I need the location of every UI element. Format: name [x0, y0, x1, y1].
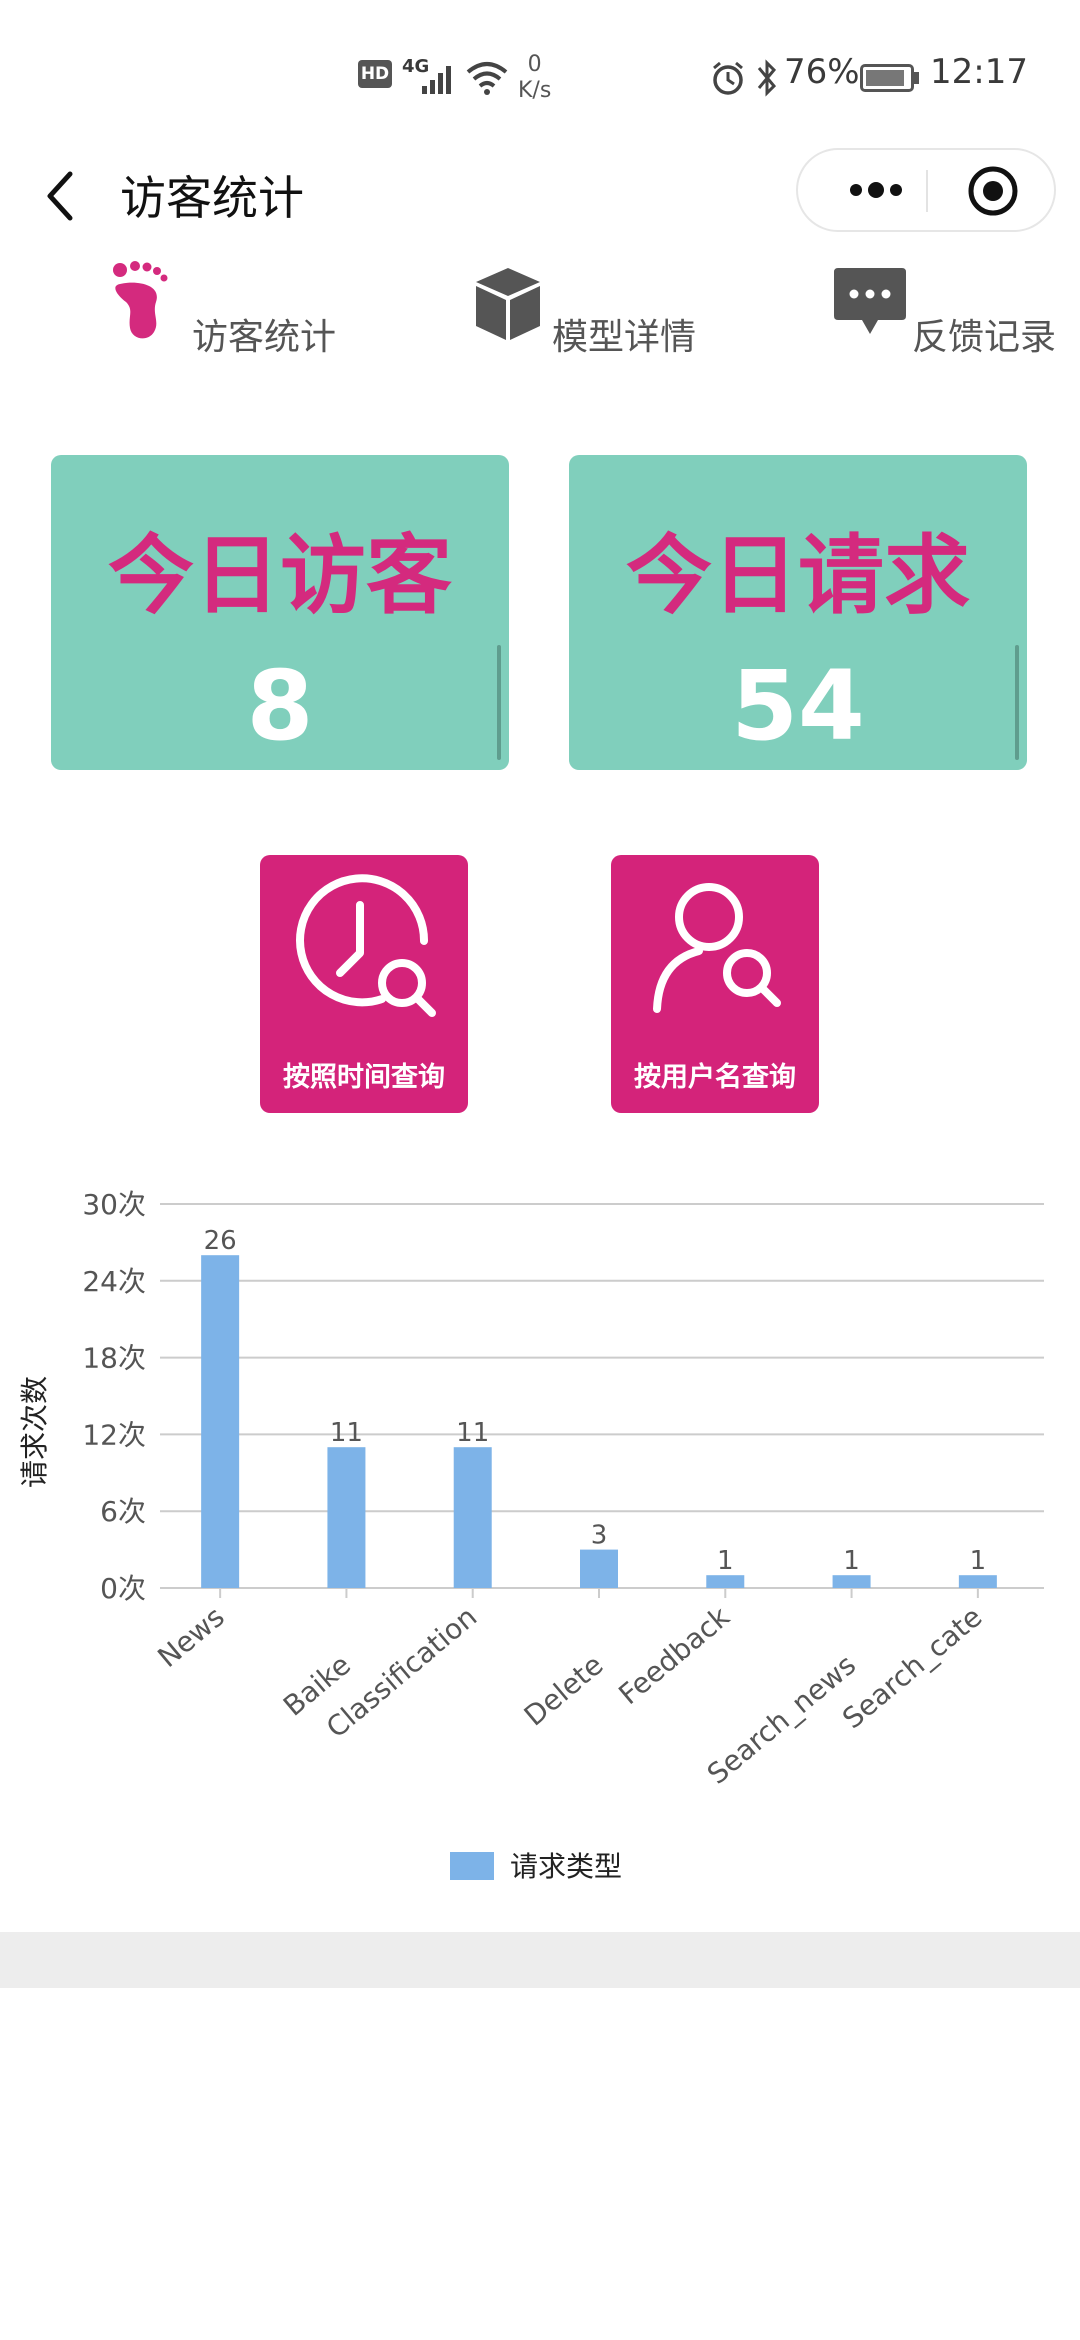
bar-value-label: 11 [330, 1418, 363, 1448]
bar [201, 1255, 240, 1588]
page-title: 访客统计 [120, 171, 304, 225]
scrollbar [497, 645, 501, 760]
bar [453, 1447, 492, 1588]
legend-swatch [450, 1852, 494, 1880]
y-tick-label: 0次 [100, 1572, 146, 1605]
wifi-icon [466, 62, 508, 95]
tab-model-details[interactable]: 模型详情 [470, 258, 710, 358]
legend-label: 请求类型 [510, 1850, 622, 1883]
bar-value-label: 1 [970, 1546, 987, 1576]
tab-feedback-records[interactable]: 反馈记录 [832, 258, 1072, 358]
alarm-icon [713, 61, 743, 95]
speed-unit: K/s [518, 78, 552, 103]
bottom-divider-band [0, 1932, 1080, 1988]
tab-label: 反馈记录 [912, 317, 1057, 358]
bar [706, 1575, 745, 1588]
x-tick-label: Feedback [612, 1600, 736, 1711]
y-tick-label: 30次 [82, 1188, 146, 1221]
speed-value: 0 [527, 52, 542, 77]
cube-icon [476, 268, 540, 340]
x-tick-labels: NewsBaikeClassification Delete FeedbackSea… [151, 1588, 988, 1791]
today-visitors-card: 今日访客 8 [51, 455, 509, 770]
legend: 请求类型 [450, 1850, 622, 1883]
more-icon[interactable] [828, 150, 924, 230]
bar-value-label: 1 [717, 1546, 734, 1576]
request-type-chart: 请求次数 0次 6次 12次 18次 24次 30次 26 11 11 3 1 1 1 News Bai… [0, 1160, 1080, 1920]
scrollbar [1015, 645, 1019, 760]
bar-value-label: 11 [456, 1418, 489, 1448]
today-requests-card: 今日请求 54 [569, 455, 1027, 770]
card-value: 54 [731, 650, 865, 762]
hd-badge: HD [358, 60, 392, 88]
tab-visitor-stats[interactable]: 访客统计 [106, 258, 346, 358]
x-tick-label: Search_cate [836, 1600, 988, 1735]
battery-icon [860, 64, 914, 92]
button-label: 按照时间查询 [283, 1062, 445, 1093]
bar [580, 1549, 618, 1588]
card-title: 今日访客 [108, 526, 452, 626]
signal-icon [422, 66, 451, 94]
bar [327, 1447, 366, 1588]
clock-time: 12:17 [930, 52, 1028, 92]
mini-program-capsule [796, 148, 1056, 232]
y-tick-label: 6次 [100, 1495, 146, 1528]
bar [832, 1575, 871, 1588]
bar-value-label: 1 [843, 1546, 860, 1576]
card-value: 8 [246, 650, 314, 762]
tab-label: 模型详情 [552, 317, 697, 358]
x-tick-label: Delete [518, 1648, 610, 1732]
back-icon[interactable] [40, 166, 80, 226]
y-axis-label: 请求次数 [18, 1376, 51, 1488]
bar-chart: 请求次数 0次6次12次18次24次30次 2611 1131 1 1 NewsBai… [18, 1188, 1044, 1883]
user-search-icon [653, 883, 781, 1013]
y-tick-label: 18次 [82, 1342, 146, 1375]
y-tick-labels: 0次 6次 12次 18次 24次 30次 [82, 1188, 146, 1605]
close-mini-program-icon[interactable] [966, 164, 1020, 218]
button-label: 按用户名查询 [634, 1062, 796, 1093]
network-speed: 0 K/s [518, 52, 551, 104]
bluetooth-icon [757, 59, 777, 97]
x-tick-label: News [151, 1600, 230, 1674]
card-title: 今日请求 [626, 526, 970, 626]
clock-search-icon [296, 874, 436, 1017]
tab-label: 访客统计 [192, 317, 337, 358]
query-by-username-button[interactable]: 按用户名查询 [611, 855, 819, 1113]
footprint-icon [113, 261, 168, 339]
nav-bar: 访客统计 [0, 140, 1080, 250]
bar-value-label: 26 [204, 1226, 237, 1256]
battery-percent: 76% [784, 52, 860, 92]
y-tick-label: 24次 [82, 1265, 146, 1298]
y-tick-label: 12次 [82, 1418, 146, 1451]
bar [958, 1575, 997, 1588]
chat-bubble-icon [834, 268, 906, 334]
query-by-time-button[interactable]: 按照时间查询 [260, 855, 468, 1113]
status-bar: HD 4G 0 K/s 76% 12:17 [0, 0, 1080, 140]
x-tick-label: Search_news [701, 1648, 862, 1791]
bar-value-label: 3 [591, 1521, 608, 1551]
page: HD 4G 0 K/s 76% 12:17 访客统计 访客统计 模型详情 反馈记… [0, 0, 1080, 2340]
